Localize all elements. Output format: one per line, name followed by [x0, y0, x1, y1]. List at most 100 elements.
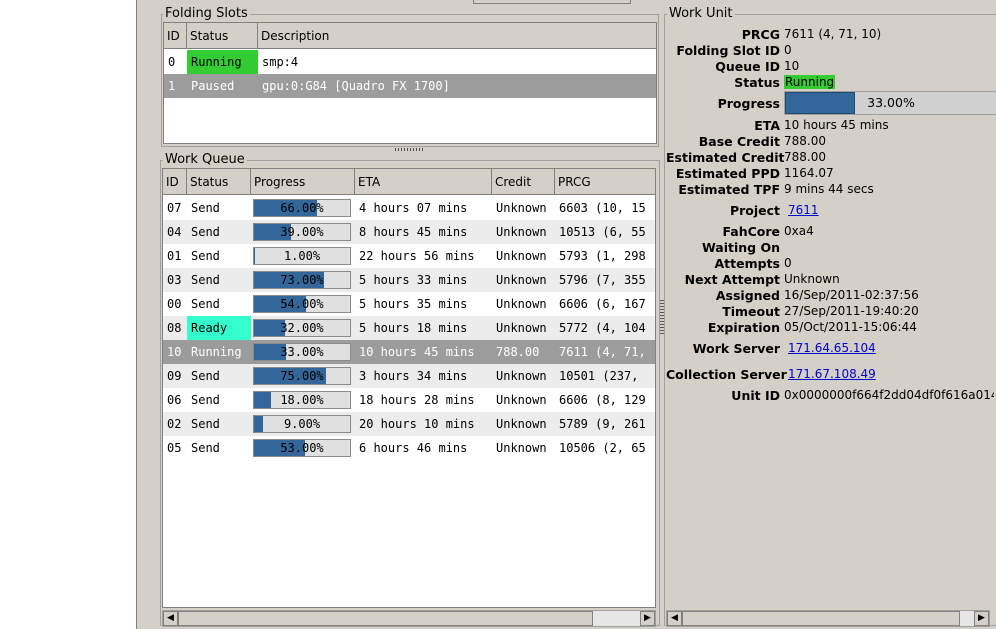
progress-bar: 32.00% [253, 319, 351, 337]
horizontal-splitter-grip[interactable] [395, 148, 425, 151]
progress-bar: 33.00% [253, 343, 351, 361]
fahcore-value: 0xa4 [784, 224, 814, 238]
progress-bar-text: 53.00% [280, 441, 324, 455]
scrollbar-thumb[interactable] [682, 611, 960, 626]
slot-description: gpu:0:G84 [Quadro FX 1700] [262, 79, 450, 93]
table-row[interactable]: 03 Send 73.00% 5 hours 33 mins Unknown 5796 (… [163, 268, 655, 292]
table-row[interactable]: 10 Running 33.00% 10 hours 45 mins 788.00 761… [163, 340, 655, 364]
work-unit-title: Work Unit [667, 6, 735, 21]
top-button[interactable] [473, 0, 631, 4]
queue-status: Send [191, 201, 220, 215]
queue-prcg: 10513 (6, 55 [559, 225, 646, 239]
attempts-value: 0 [784, 256, 792, 270]
queue-status: Send [191, 417, 220, 431]
timeout-value: 27/Sep/2011-19:40:20 [784, 304, 919, 318]
queue-status: Send [191, 297, 220, 311]
queue-id: 06 [167, 393, 182, 407]
table-row[interactable]: 01 Send 1.00% 22 hours 56 mins Unknown 5793 (… [163, 244, 655, 268]
progress-bar: 18.00% [253, 391, 351, 409]
folding-slot-id-label: Folding Slot ID [676, 43, 780, 58]
slot-id: 1 [168, 79, 176, 93]
progress-bar: 66.00% [253, 199, 351, 217]
queue-eta: 20 hours 10 mins [359, 417, 475, 431]
queue-status: Ready [187, 316, 251, 340]
queue-eta: 4 hours 07 mins [359, 201, 468, 215]
queue-progress: 66.00% [251, 196, 355, 220]
col-header-prcg[interactable]: PRCG [555, 169, 655, 195]
prcg-value: 7611 (4, 71, 10) [784, 27, 882, 41]
table-row[interactable]: 09 Send 75.00% 3 hours 34 mins Unknown 10501 … [163, 364, 655, 388]
progress-bar: 73.00% [253, 271, 351, 289]
queue-status: Send [191, 393, 220, 407]
queue-credit: Unknown [496, 273, 547, 287]
table-row[interactable]: 05 Send 53.00% 6 hours 46 mins Unknown 10506 … [163, 436, 655, 460]
estimated-tpf-value: 9 mins 44 secs [784, 182, 874, 196]
col-header-id[interactable]: ID [164, 23, 187, 49]
queue-progress: 75.00% [251, 364, 355, 388]
queue-prcg: 5793 (1, 298 [559, 249, 646, 263]
queue-progress: 54.00% [251, 292, 355, 316]
queue-id: 01 [167, 249, 182, 263]
slot-row[interactable]: 0 Running smp:4 [164, 50, 656, 74]
col-header-progress[interactable]: Progress [251, 169, 355, 195]
queue-id: 07 [167, 201, 182, 215]
queue-eta: 22 hours 56 mins [359, 249, 475, 263]
status-value: Running [784, 75, 836, 89]
prcg-label: PRCG [741, 27, 780, 42]
expiration-value: 05/Oct/2011-15:06:44 [784, 320, 917, 334]
work-unit-hscrollbar[interactable]: ◀ ▶ [666, 610, 990, 627]
base-credit-value: 788.00 [784, 134, 826, 148]
queue-credit: Unknown [496, 201, 547, 215]
collection-server-link[interactable]: 171.67.108.49 [788, 367, 876, 381]
queue-status: Send [191, 225, 220, 239]
next-attempt-value: Unknown [784, 272, 840, 286]
scroll-left-arrow-icon[interactable]: ◀ [667, 611, 682, 626]
queue-credit: Unknown [496, 417, 547, 431]
queue-id: 03 [167, 273, 182, 287]
work-queue-hscrollbar[interactable]: ◀ ▶ [162, 610, 656, 627]
main-panel: Folding Slots ID Status Description 0 Ru… [158, 0, 996, 629]
table-row[interactable]: 08 Ready 32.00% 5 hours 18 mins Unknown 5772 … [163, 316, 655, 340]
waiting-on-label: Waiting On [701, 240, 780, 255]
table-row[interactable]: 06 Send 18.00% 18 hours 28 mins Unknown 6606 … [163, 388, 655, 412]
queue-prcg: 10501 (237, [559, 369, 639, 383]
queue-prcg: 5772 (4, 104 [559, 321, 646, 335]
progress-bar-text: 33.00% [280, 345, 324, 359]
col-header-status[interactable]: Status [187, 23, 258, 49]
slot-row-selected[interactable]: 1 Paused gpu:0:G84 [Quadro FX 1700] [164, 74, 656, 98]
queue-id: 02 [167, 417, 182, 431]
folding-slots-table: ID Status Description 0 Running smp:4 1 … [163, 22, 657, 144]
queue-eta: 18 hours 28 mins [359, 393, 475, 407]
col-header-credit[interactable]: Credit [492, 169, 555, 195]
left-blank-area [0, 0, 136, 629]
queue-progress: 53.00% [251, 436, 355, 460]
col-header-description[interactable]: Description [258, 23, 656, 49]
scroll-left-arrow-icon[interactable]: ◀ [163, 611, 178, 626]
queue-credit: Unknown [496, 441, 547, 455]
base-credit-label: Base Credit [698, 134, 780, 149]
table-row[interactable]: 04 Send 39.00% 8 hours 45 mins Unknown 10513 … [163, 220, 655, 244]
queue-credit: Unknown [496, 225, 547, 239]
queue-prcg: 10506 (2, 65 [559, 441, 646, 455]
estimated-ppd-value: 1164.07 [784, 166, 834, 180]
scroll-right-arrow-icon[interactable]: ▶ [974, 611, 989, 626]
progress-bar: 9.00% [253, 415, 351, 433]
scroll-right-arrow-icon[interactable]: ▶ [640, 611, 655, 626]
queue-id: 04 [167, 225, 182, 239]
queue-progress: 39.00% [251, 220, 355, 244]
col-header-eta[interactable]: ETA [355, 169, 492, 195]
scrollbar-thumb[interactable] [178, 611, 593, 626]
table-row[interactable]: 02 Send 9.00% 20 hours 10 mins Unknown 5789 (… [163, 412, 655, 436]
queue-id-label: Queue ID [715, 59, 780, 74]
attempts-label: Attempts [714, 256, 781, 271]
col-header-status[interactable]: Status [187, 169, 251, 195]
progress-bar: 39.00% [253, 223, 351, 241]
slot-description: smp:4 [262, 55, 299, 69]
project-link[interactable]: 7611 [788, 203, 819, 217]
col-header-id[interactable]: ID [163, 169, 187, 195]
left-splitter[interactable] [138, 0, 286, 629]
queue-prcg: 6603 (10, 15 [559, 201, 646, 215]
table-row[interactable]: 00 Send 54.00% 5 hours 35 mins Unknown 6606 (… [163, 292, 655, 316]
table-row[interactable]: 07 Send 66.00% 4 hours 07 mins Unknown 6603 (… [163, 196, 655, 220]
work-server-link[interactable]: 171.64.65.104 [788, 341, 876, 355]
